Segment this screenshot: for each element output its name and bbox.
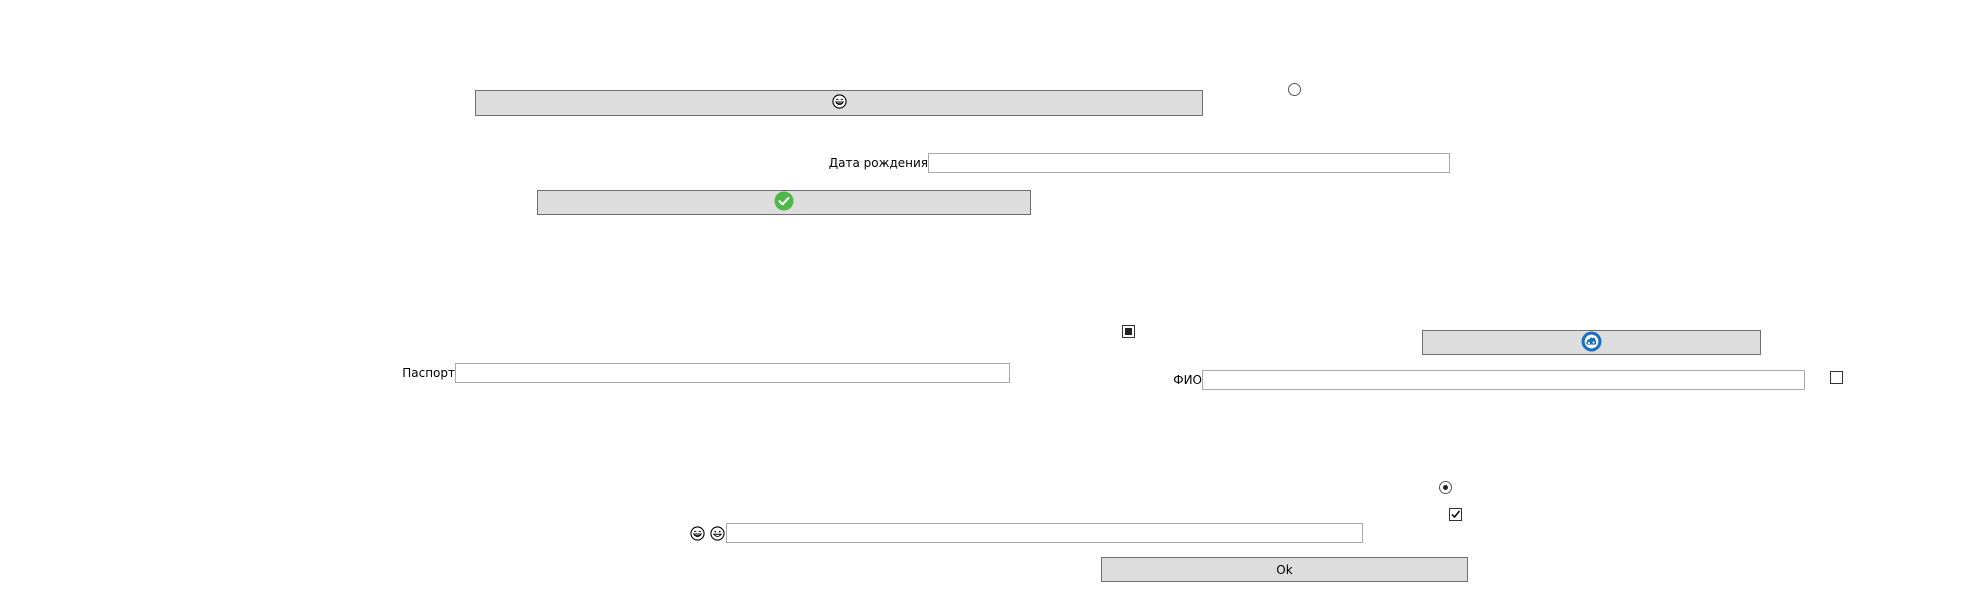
bottom-text-field[interactable]	[726, 523, 1363, 543]
blue-badge-button[interactable]	[1422, 330, 1761, 355]
option-radio-top[interactable]	[1288, 83, 1301, 96]
fio-field[interactable]	[1202, 370, 1805, 390]
indeterminate-checkbox[interactable]	[1122, 325, 1135, 338]
passport-label: Паспорт	[402, 366, 455, 380]
option-radio-bottom[interactable]	[1439, 481, 1452, 494]
green-check-icon	[774, 191, 794, 214]
laughing-face-icon	[831, 94, 847, 112]
grinning-face-icon	[710, 526, 725, 541]
confirm-check-button[interactable]	[537, 190, 1031, 215]
laughing-face-button[interactable]	[475, 90, 1203, 116]
passport-field[interactable]	[455, 363, 1010, 383]
ok-button[interactable]: Ok	[1101, 557, 1468, 582]
fio-label: ФИО	[1173, 373, 1202, 387]
birth-date-field[interactable]	[928, 153, 1450, 173]
checked-checkbox[interactable]	[1449, 508, 1462, 521]
unchecked-checkbox[interactable]	[1830, 371, 1843, 384]
laughing-face-icon	[690, 526, 705, 541]
birth-date-label: Дата рождения	[828, 156, 928, 170]
blue-badge-icon	[1581, 331, 1602, 355]
